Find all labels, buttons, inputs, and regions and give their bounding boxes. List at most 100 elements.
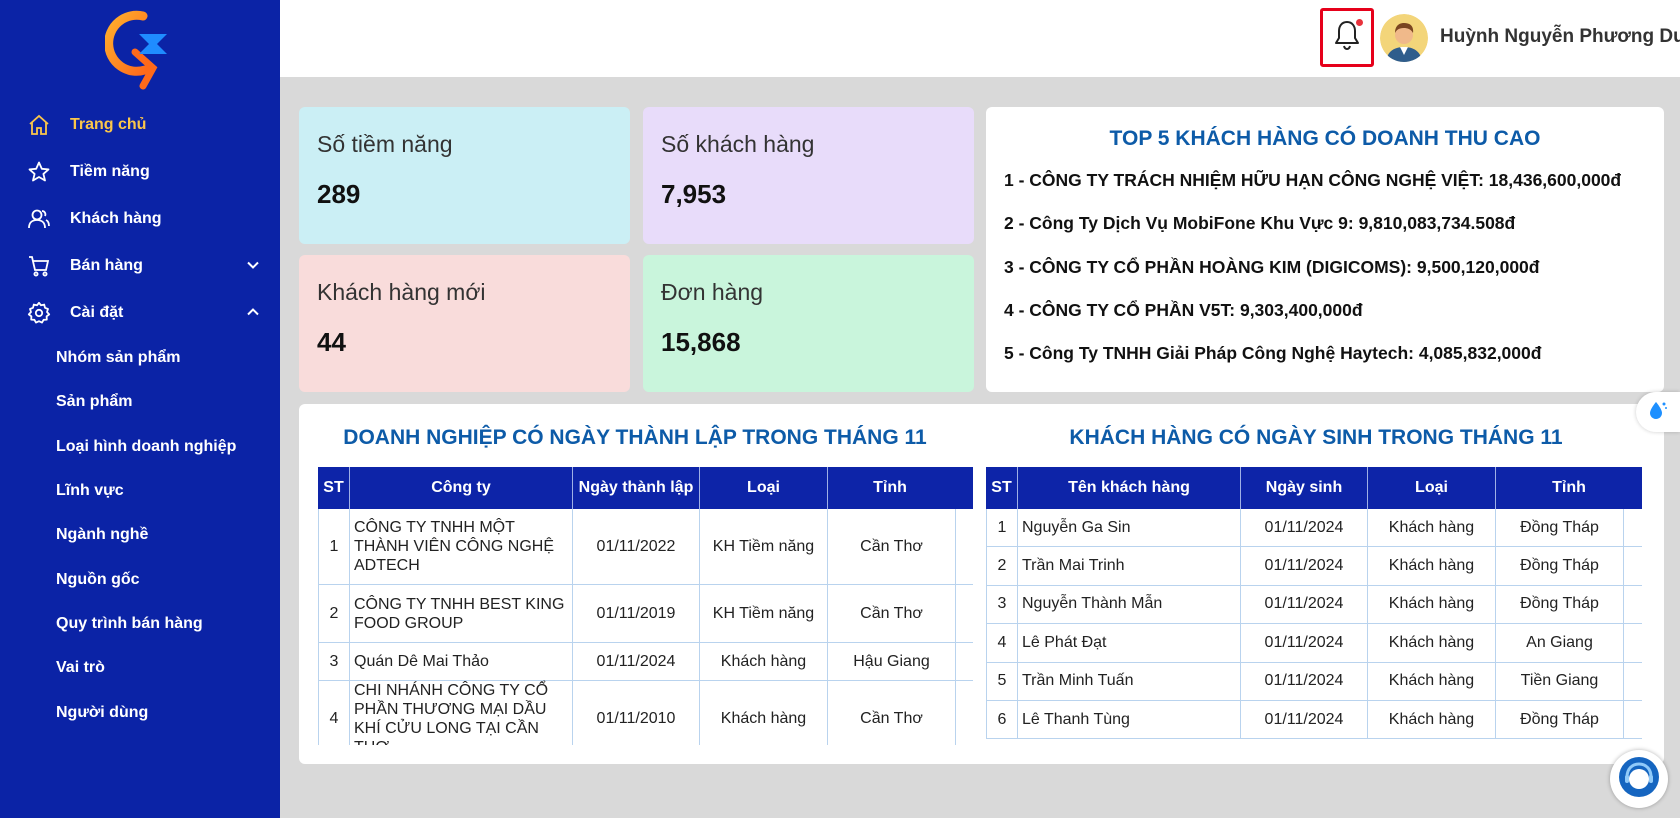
sidebar-item-label: Khách hàng	[70, 209, 162, 227]
cell-type: Khách hàng	[700, 681, 828, 745]
logo[interactable]	[104, 8, 175, 90]
stat-label: Khách hàng mới	[317, 279, 486, 305]
sidebar-subitem-source[interactable]: Nguồn gốc	[0, 557, 280, 601]
cell-type: Khách hàng	[700, 643, 828, 680]
sidebar-subitem-product-group[interactable]: Nhóm sản phẩm	[0, 336, 280, 380]
top5-item: 1 - CÔNG TY TRÁCH NHIỆM HỮU HẠN CÔNG NGH…	[1004, 170, 1622, 190]
col-header: Công ty	[350, 467, 573, 509]
sidebar-subitem-business-type[interactable]: Loại hình doanh nghiệp	[0, 425, 280, 469]
sidebar-item-potential[interactable]: Tiềm năng	[0, 148, 280, 195]
chevron-down-icon[interactable]	[246, 258, 260, 272]
table-row[interactable]: 3 Nguyễn Thành Mẫn 01/11/2024 Khách hàng…	[986, 585, 1642, 625]
sidebar-item-home[interactable]: Trang chủ	[0, 101, 280, 148]
stat-card-customers[interactable]: Số khách hàng 7,953	[643, 107, 974, 244]
cell-company: CÔNG TY TNHH MỘT THÀNH VIÊN CÔNG NGHỆ AD…	[350, 509, 573, 584]
cell-name: Lê Phát Đạt	[1018, 624, 1241, 662]
cell-birthday: 01/11/2024	[1241, 624, 1368, 662]
stat-card-new-customers[interactable]: Khách hàng mới 44	[299, 255, 630, 392]
cell-name: Trần Mai Trinh	[1018, 547, 1241, 585]
cell-date: 01/11/2024	[573, 643, 700, 680]
top-header: Huỳnh Nguyễn Phương Duy	[280, 0, 1680, 77]
cell-province: Cần Thơ	[828, 681, 956, 745]
cell-stt: 6	[986, 700, 1018, 739]
sidebar-item-customers[interactable]: Khách hàng	[0, 195, 280, 242]
sidebar-subitem-roles[interactable]: Vai trò	[0, 646, 280, 690]
cell-province: Tiền Giang	[1496, 662, 1624, 700]
cell-province: Hậu Giang	[828, 643, 956, 680]
cell-type: Khách hàng	[1368, 624, 1496, 662]
table-row[interactable]: 2 Trần Mai Trinh 01/11/2024 Khách hàng Đ…	[986, 547, 1642, 586]
col-header: Loại	[1368, 467, 1496, 509]
notification-dot	[1356, 19, 1363, 26]
cart-icon	[26, 253, 52, 279]
stat-value: 15,868	[661, 327, 741, 357]
sidebar-item-label: Cài đặt	[70, 303, 124, 321]
cell-type: Khách hàng	[1368, 509, 1496, 547]
cell-province: Cần Thơ	[828, 585, 956, 642]
cell-name: Lê Thanh Tùng	[1018, 700, 1241, 739]
avatar[interactable]	[1380, 14, 1428, 62]
col-header: Tỉnh	[1552, 479, 1586, 496]
cell-type: KH Tiềm năng	[700, 509, 828, 584]
sidebar-subitem-users[interactable]: Người dùng	[0, 690, 280, 734]
lists-panel: DOANH NGHIỆP CÓ NGÀY THÀNH LẬP TRONG THÁ…	[299, 404, 1664, 764]
col-header: Ngày thành lập	[573, 467, 700, 509]
table-row[interactable]: 4 CHI NHÁNH CÔNG TY CỔ PHẦN THƯƠNG MẠI D…	[318, 681, 973, 745]
sidebar-subitem-products[interactable]: Sản phẩm	[0, 380, 280, 424]
table-row[interactable]: 6 Lê Thanh Tùng 01/11/2024 Khách hàng Đồ…	[986, 700, 1642, 740]
cell-date: 01/11/2022	[573, 509, 700, 584]
cell-stt: 2	[986, 547, 1018, 585]
users-icon	[26, 206, 52, 232]
col-header: ST	[318, 467, 350, 509]
companies-table[interactable]: ST Công ty Ngày thành lập Loại Tỉnh 1 CÔ…	[318, 467, 973, 745]
cell-province: Đồng Tháp	[1496, 700, 1624, 739]
cell-stt: 2	[318, 585, 350, 642]
helpdesk-button[interactable]	[1610, 750, 1668, 808]
stat-card-potential[interactable]: Số tiềm năng 289	[299, 107, 630, 244]
cell-date: 01/11/2019	[573, 585, 700, 642]
chevron-up-icon[interactable]	[246, 305, 260, 319]
top5-title: TOP 5 KHÁCH HÀNG CÓ DOANH THU CAO	[1109, 127, 1541, 150]
sidebar-subitem-industry[interactable]: Ngành nghề	[0, 513, 280, 557]
stat-card-orders[interactable]: Đơn hàng 15,868	[643, 255, 974, 392]
cell-birthday: 01/11/2024	[1241, 700, 1368, 739]
table-row[interactable]: 4 Lê Phát Đạt 01/11/2024 Khách hàng An G…	[986, 624, 1642, 663]
table-row[interactable]: 2 CÔNG TY TNHH BEST KING FOOD GROUP 01/1…	[318, 585, 973, 643]
cell-birthday: 01/11/2024	[1241, 662, 1368, 700]
sidebar-subitem-sales-process[interactable]: Quy trình bán hàng	[0, 602, 280, 646]
table-row[interactable]: 1 Nguyễn Ga Sin 01/11/2024 Khách hàng Đồ…	[986, 509, 1642, 548]
helpdesk-icon	[1617, 755, 1661, 804]
table-header: ST Tên khách hàng Ngày sinh Loại Tỉnh	[986, 467, 1642, 509]
cell-company: Quán Dê Mai Thảo	[350, 643, 573, 680]
table-row[interactable]: 1 CÔNG TY TNHH MỘT THÀNH VIÊN CÔNG NGHỆ …	[318, 509, 973, 585]
companies-title: DOANH NGHIỆP CÓ NGÀY THÀNH LẬP TRONG THÁ…	[343, 426, 927, 449]
top5-item: 4 - CÔNG TY CỔ PHẦN V5T: 9,303,400,000đ	[1004, 299, 1363, 320]
cell-company: CHI NHÁNH CÔNG TY CỔ PHẦN THƯƠNG MẠI DẦU…	[350, 681, 573, 745]
notification-button[interactable]	[1320, 8, 1374, 67]
cell-type: Khách hàng	[1368, 662, 1496, 700]
cell-name: Trần Minh Tuấn	[1018, 662, 1241, 700]
gear-icon	[26, 300, 52, 326]
cell-stt: 4	[986, 624, 1018, 662]
cell-birthday: 01/11/2024	[1241, 547, 1368, 585]
user-name[interactable]: Huỳnh Nguyễn Phương Duy	[1440, 26, 1680, 48]
table-row[interactable]: 3 Quán Dê Mai Thảo 01/11/2024 Khách hàng…	[318, 643, 973, 681]
cell-name: Nguyễn Thành Mẫn	[1018, 585, 1241, 624]
cell-stt: 3	[318, 643, 350, 680]
floating-tool-button[interactable]	[1636, 392, 1680, 432]
cell-type: KH Tiềm năng	[700, 585, 828, 642]
top5-item: 5 - Công Ty TNHH Giải Pháp Công Nghệ Hay…	[1004, 343, 1542, 364]
sidebar-subitem-field[interactable]: Lĩnh vực	[0, 469, 280, 513]
cell-stt: 3	[986, 585, 1018, 624]
cell-birthday: 01/11/2024	[1241, 585, 1368, 624]
sidebar-item-settings[interactable]: Cài đặt	[0, 289, 280, 336]
cell-name: Nguyễn Ga Sin	[1018, 509, 1241, 547]
sidebar-item-sales[interactable]: Bán hàng	[0, 242, 280, 289]
cell-company: CÔNG TY TNHH BEST KING FOOD GROUP	[350, 585, 573, 642]
table-row[interactable]: 5 Trần Minh Tuấn 01/11/2024 Khách hàng T…	[986, 662, 1642, 701]
stat-value: 44	[317, 327, 346, 357]
cell-province: Đồng Tháp	[1496, 509, 1624, 547]
col-header: Tỉnh	[873, 479, 907, 496]
birthdays-table[interactable]: ST Tên khách hàng Ngày sinh Loại Tỉnh 1 …	[986, 467, 1642, 745]
col-header: Ngày sinh	[1241, 467, 1368, 509]
